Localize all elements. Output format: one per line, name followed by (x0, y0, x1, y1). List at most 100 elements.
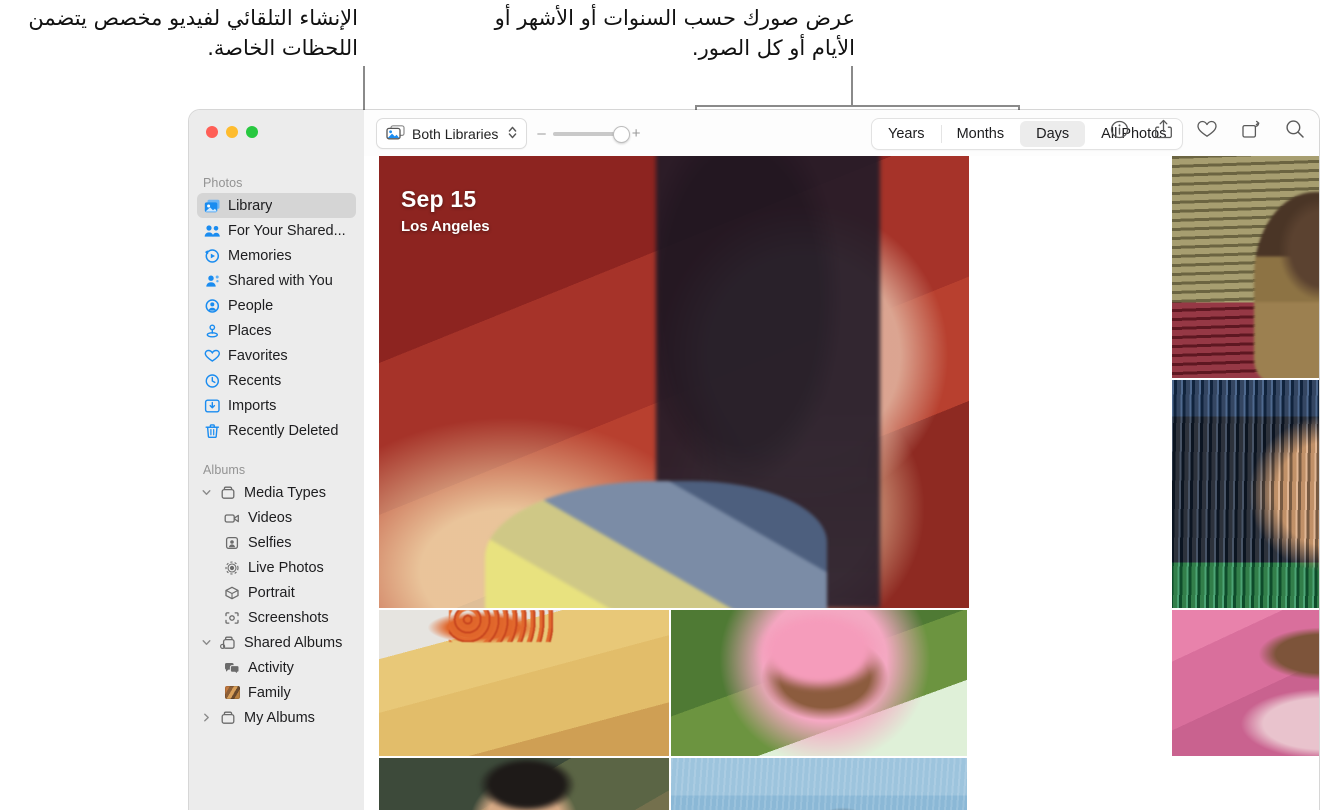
sidebar-item-shared-with-you[interactable]: Shared with You (197, 268, 356, 293)
album-box-icon (219, 710, 237, 726)
sidebar-item-my-albums[interactable]: My Albums (197, 705, 356, 730)
leader-line-viewmodes-stem (851, 66, 853, 107)
library-icon (203, 198, 221, 214)
sidebar-section-photos-title: Photos (203, 176, 243, 190)
photo-image (1172, 156, 1319, 378)
chevron-down-icon[interactable] (201, 488, 212, 497)
memories-play-icon (203, 248, 221, 264)
toolbar-left-group: Both Libraries – + (376, 118, 641, 149)
zoom-out-label[interactable]: – (537, 125, 545, 142)
album-box-icon (219, 485, 237, 501)
sidebar-item-label: Activity (248, 659, 294, 676)
photo-image (1172, 380, 1319, 608)
day-header: Sep 15 Los Angeles (401, 186, 490, 235)
live-photo-icon (223, 560, 241, 576)
clock-icon (203, 373, 221, 389)
screenshot-root: الإنشاء التلقائي لفيديو مخصص يتضمن اللحظ… (0, 0, 1330, 810)
close-button[interactable] (206, 126, 218, 138)
portrait-cube-icon (223, 585, 241, 601)
photo-drip-paint[interactable] (1172, 380, 1319, 608)
sidebar-item-imports[interactable]: Imports (197, 393, 356, 418)
annotation-memories: الإنشاء التلقائي لفيديو مخصص يتضمن اللحظ… (28, 6, 358, 60)
zoom-in-label[interactable]: + (632, 125, 641, 142)
zoom-slider[interactable]: – + (537, 125, 641, 143)
chevron-updown-icon[interactable] (507, 125, 518, 143)
sidebar-item-videos[interactable]: Videos (197, 505, 356, 530)
sidebar-item-label: Recently Deleted (228, 422, 339, 439)
window-controls[interactable] (206, 126, 258, 138)
activity-bubbles-icon (223, 660, 241, 676)
photo-pink-wig[interactable] (671, 610, 967, 756)
sidebar-item-favorites[interactable]: Favorites (197, 343, 356, 368)
zoom-button[interactable] (246, 126, 258, 138)
photo-water-swimmer[interactable] (671, 758, 967, 810)
zoom-slider-track[interactable] (552, 125, 630, 143)
sidebar-item-recently-deleted[interactable]: Recently Deleted (197, 418, 356, 443)
sidebar-item-library[interactable]: Library (197, 193, 356, 218)
family-thumbnail-icon (223, 685, 241, 701)
minimize-button[interactable] (226, 126, 238, 138)
info-icon[interactable] (1108, 118, 1130, 140)
photo-corn-hat[interactable] (379, 610, 669, 756)
person-circle-icon (203, 298, 221, 314)
chevron-right-icon[interactable] (201, 713, 212, 722)
selfie-icon (223, 535, 241, 551)
trash-icon (203, 423, 221, 439)
sidebar-item-activity[interactable]: Activity (197, 655, 356, 680)
sidebar-item-label: Library (228, 197, 273, 214)
sidebar-item-label: Memories (228, 247, 292, 264)
tab-months[interactable]: Months (940, 119, 1021, 149)
sidebar-item-label: For Your Shared... (228, 222, 346, 239)
sidebar-item-label: People (228, 297, 274, 314)
sidebar-item-portrait[interactable]: Portrait (197, 580, 356, 605)
video-camera-icon (223, 510, 241, 526)
shared-album-icon (219, 635, 237, 651)
sidebar-item-label: Media Types (244, 484, 326, 501)
sidebar-item-family[interactable]: Family (197, 680, 356, 705)
sidebar-list-albums: Media Types Videos Selfies Live Photos P… (189, 480, 364, 730)
zoom-slider-knob[interactable] (612, 125, 630, 143)
sidebar-item-places[interactable]: Places (197, 318, 356, 343)
tab-years[interactable]: Years (872, 119, 941, 149)
chevron-down-icon[interactable] (201, 638, 212, 647)
sidebar-item-live-photos[interactable]: Live Photos (197, 555, 356, 580)
search-icon[interactable] (1284, 118, 1306, 140)
sidebar-item-media-types[interactable]: Media Types (197, 480, 356, 505)
share-icon[interactable] (1152, 118, 1174, 140)
leader-line-viewmodes-bracket (695, 105, 1020, 107)
favorite-heart-icon[interactable] (1196, 118, 1218, 140)
sidebar-list-photos: Library For Your Shared... Memories Shar… (189, 193, 364, 443)
annotation-view-modes: عرض صورك حسب السنوات أو الأشهر أو الأيام… (494, 6, 855, 60)
toolbar-right-group (1108, 118, 1306, 140)
photo-bubble-gum[interactable] (1172, 610, 1319, 756)
sidebar-item-label: Recents (228, 372, 282, 389)
tab-days[interactable]: Days (1020, 121, 1086, 147)
sidebar-item-label: Places (228, 322, 272, 339)
sidebar-item-label: Shared Albums (244, 634, 343, 651)
sidebar-item-screenshots[interactable]: Screenshots (197, 605, 356, 630)
sidebar-item-for-your-shared[interactable]: For Your Shared... (197, 218, 356, 243)
photo-blinds-portrait[interactable] (1172, 156, 1319, 378)
sidebar-item-label: Screenshots (248, 609, 329, 626)
day-header-date: Sep 15 (401, 186, 477, 212)
photo-laughing[interactable] (379, 758, 669, 810)
sidebar-item-selfies[interactable]: Selfies (197, 530, 356, 555)
sidebar-item-memories[interactable]: Memories (197, 243, 356, 268)
sidebar-item-shared-albums[interactable]: Shared Albums (197, 630, 356, 655)
photo-red-portrait[interactable]: Sep 15 Los Angeles (379, 156, 969, 608)
sidebar-item-label: Family (248, 684, 291, 701)
shared-person-icon (203, 273, 221, 289)
sidebar-item-label: Videos (248, 509, 293, 526)
library-picker[interactable]: Both Libraries (376, 118, 528, 149)
photo-image (1172, 610, 1319, 756)
sidebar-item-label: Shared with You (228, 272, 333, 289)
photo-grid: Sep 15 Los Angeles (364, 156, 1319, 810)
sidebar-item-recents[interactable]: Recents (197, 368, 356, 393)
sidebar-item-people[interactable]: People (197, 293, 356, 318)
sidebar-item-label: My Albums (244, 709, 315, 726)
day-header-place: Los Angeles (401, 218, 490, 235)
photo-image (671, 610, 967, 756)
rotate-icon[interactable] (1240, 118, 1262, 140)
library-picker-label: Both Libraries (412, 125, 499, 142)
sidebar-item-label: Live Photos (248, 559, 324, 576)
